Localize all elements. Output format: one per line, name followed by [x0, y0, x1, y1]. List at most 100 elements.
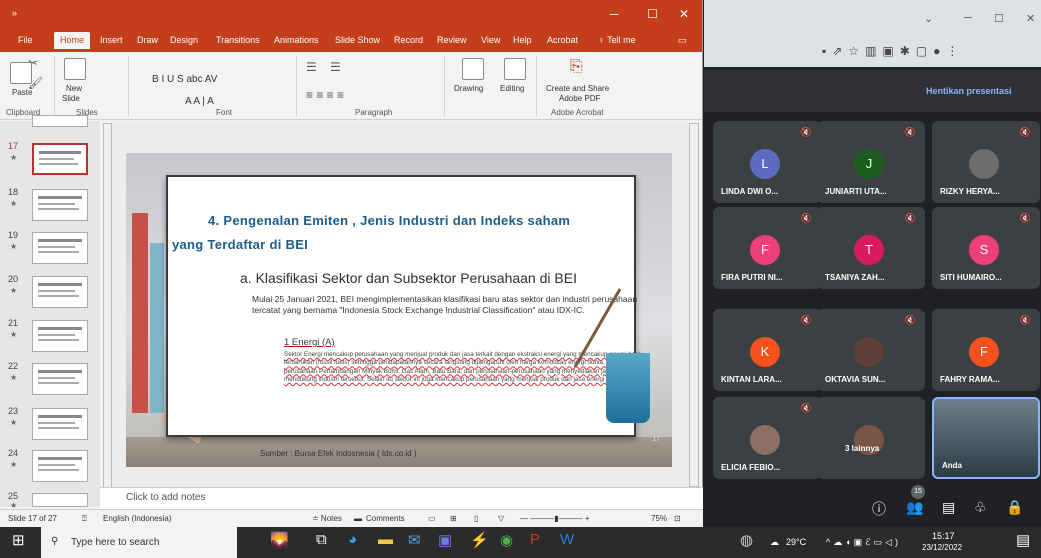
create-share-button[interactable]: Create and Share [546, 84, 609, 93]
windows-start-icon[interactable]: ⊞ [12, 531, 25, 549]
new-slide-icon[interactable] [64, 58, 86, 80]
comments-button[interactable]: Comments [366, 514, 405, 523]
mail-icon[interactable]: ✉ [408, 531, 421, 549]
participant-tile[interactable]: Anda [932, 397, 1040, 479]
maximize-icon[interactable]: ☐ [994, 12, 1004, 25]
info-icon[interactable]: ⓘ [872, 499, 886, 519]
weather-temp[interactable]: 29°C [786, 537, 806, 547]
store-icon[interactable]: ▣ [438, 531, 452, 549]
editing-button[interactable]: Editing [500, 84, 524, 93]
tab-help[interactable]: Help [513, 35, 532, 45]
slide-sorter-icon[interactable]: ⊞ [450, 514, 457, 523]
file-explorer-icon[interactable]: ▬ [378, 531, 393, 548]
participant-tile[interactable]: ELICIA FEBIO... 🔇 [713, 397, 821, 479]
adobe-pdf-label[interactable]: Adobe PDF [559, 94, 600, 103]
participant-tile[interactable]: RIZKY HERYA... 🔇 [932, 121, 1040, 203]
weather-icon[interactable]: ☁ [770, 537, 779, 548]
align-icon[interactable]: ≡ ≡ ≡ ≡ [306, 88, 344, 102]
notifications-icon[interactable]: ▤ [1016, 531, 1030, 549]
drawing-button[interactable]: Drawing [454, 84, 483, 93]
taskbar-search[interactable]: ⚲ Type here to search [41, 527, 237, 558]
comments-icon[interactable]: ▭ [678, 35, 687, 46]
normal-view-icon[interactable]: ▭ [428, 514, 436, 523]
powerpoint-icon[interactable]: P [530, 531, 540, 548]
edge-icon[interactable]: ◕ [348, 531, 357, 548]
zoom-slider[interactable]: — ———▮——— + [520, 514, 590, 523]
notes-placeholder[interactable]: Click to add notes [126, 492, 206, 503]
tab-draw[interactable]: Draw [137, 35, 158, 45]
host-controls-icon[interactable]: 🔒 [1006, 499, 1023, 516]
stop-presenting-button[interactable]: Hentikan presentasi [926, 86, 1012, 96]
app-icon[interactable]: ⚡ [470, 531, 489, 549]
numbering-icon[interactable]: ☰ [330, 60, 341, 74]
participant-tile[interactable]: L LINDA DWI O... 🔇 [713, 121, 821, 203]
participant-tile[interactable]: 3 lainnya [817, 397, 925, 479]
format-painter-icon[interactable]: 🖌 [28, 76, 43, 90]
notes-pane[interactable]: Click to add notes [100, 487, 703, 509]
activities-icon[interactable]: ♧ [974, 499, 987, 516]
tab-home[interactable]: Home [54, 32, 91, 49]
people-icon[interactable]: 👥 [906, 499, 923, 516]
slide-thumbnail[interactable] [32, 276, 88, 308]
canvas-scrollbar[interactable] [689, 123, 699, 487]
close-icon[interactable]: ✕ [1026, 12, 1035, 25]
clock-time[interactable]: 15:17 [932, 531, 955, 541]
participant-tile[interactable]: S SITI HUMAIRO... 🔇 [932, 207, 1040, 289]
slide-thumbnail[interactable] [32, 320, 88, 352]
tab-review[interactable]: Review [437, 35, 467, 45]
tab-insert[interactable]: Insert [100, 35, 123, 45]
slide-thumbnail-selected[interactable] [32, 143, 88, 175]
tab-record[interactable]: Record [394, 35, 423, 45]
clock-date[interactable]: 23/12/2022 [922, 543, 962, 552]
participant-tile[interactable]: OKTAVIA SUN... 🔇 [817, 309, 925, 391]
tab-acrobat[interactable]: Acrobat [547, 35, 578, 45]
thumbnails-scrollbar[interactable] [103, 123, 112, 505]
participant-tile[interactable]: K KINTAN LARA... 🔇 [713, 309, 821, 391]
slide-thumbnail[interactable] [32, 189, 88, 221]
maximize-icon[interactable]: ☐ [647, 7, 658, 21]
slide-thumbnail[interactable] [32, 450, 88, 482]
slide-thumbnail[interactable] [32, 493, 88, 507]
new-slide-label[interactable]: New [66, 84, 82, 93]
slide-thumbnails-pane[interactable]: 17 ★ 18 ★ 19 ★ 20 ★ 21 ★ 22 ★ 23 ★ 24 ★ … [0, 115, 112, 510]
notes-button[interactable]: ≐ Notes [312, 514, 342, 523]
bullets-icon[interactable]: ☰ [306, 60, 317, 74]
tab-file[interactable]: File [18, 35, 33, 45]
slideshow-icon[interactable]: ▽ [498, 514, 504, 523]
shapes-icon[interactable] [462, 58, 484, 80]
participant-tile[interactable]: F FIRA PUTRI NI... 🔇 [713, 207, 821, 289]
font-format-buttons[interactable]: B I U S abc AV [152, 74, 217, 85]
tray-icons[interactable]: ^☁◖▣ℰ▭◁) [826, 537, 901, 548]
slide-thumbnail[interactable] [32, 115, 88, 127]
slide-17[interactable]: 4. Pengenalan Emiten , Jenis Industri da… [126, 153, 672, 467]
chrome-icon[interactable]: ◉ [500, 531, 513, 549]
adobe-pdf-icon[interactable]: ⎘ [570, 58, 583, 76]
browser-toolbar-icons[interactable]: ▪⇗☆▥▣✱▢●⋮ [822, 44, 964, 58]
tab-slideshow[interactable]: Slide Show [335, 35, 380, 45]
language-indicator[interactable]: English (Indonesia) [103, 514, 171, 523]
tab-design[interactable]: Design [170, 35, 198, 45]
slide-thumbnail[interactable] [32, 363, 88, 395]
participant-tile[interactable]: F FAHRY RAMA... 🔇 [932, 309, 1040, 391]
slide-canvas[interactable]: 4. Pengenalan Emiten , Jenis Industri da… [112, 121, 699, 487]
quick-access-toolbar[interactable]: » [12, 8, 17, 18]
minimize-icon[interactable]: ─ [610, 7, 619, 21]
slide-thumbnail[interactable] [32, 408, 88, 440]
fit-slide-icon[interactable]: ⊡ [674, 514, 681, 523]
reading-view-icon[interactable]: ▯ [474, 514, 478, 523]
close-icon[interactable]: ✕ [679, 7, 689, 21]
tab-view[interactable]: View [481, 35, 500, 45]
participant-tile[interactable]: J JUNIARTI UTA... 🔇 [817, 121, 925, 203]
accessibility-icon[interactable]: ⍰ [82, 514, 87, 524]
task-view-icon[interactable]: ⧉ [316, 531, 327, 548]
minimize-icon[interactable]: ─ [964, 12, 972, 24]
search-icon[interactable] [504, 58, 526, 80]
slide-thumbnail[interactable] [32, 232, 88, 264]
zoom-level[interactable]: 75% [651, 514, 667, 523]
comments-icon[interactable]: ▬ [354, 514, 362, 523]
chevron-down-icon[interactable]: ⌄ [924, 12, 933, 25]
tray-app-icon[interactable]: ◍ [740, 531, 753, 549]
tell-me-search[interactable]: ♀ Tell me [598, 35, 636, 45]
participant-tile[interactable]: T TSANIYA ZAH... 🔇 [817, 207, 925, 289]
tab-transitions[interactable]: Transitions [216, 35, 260, 45]
